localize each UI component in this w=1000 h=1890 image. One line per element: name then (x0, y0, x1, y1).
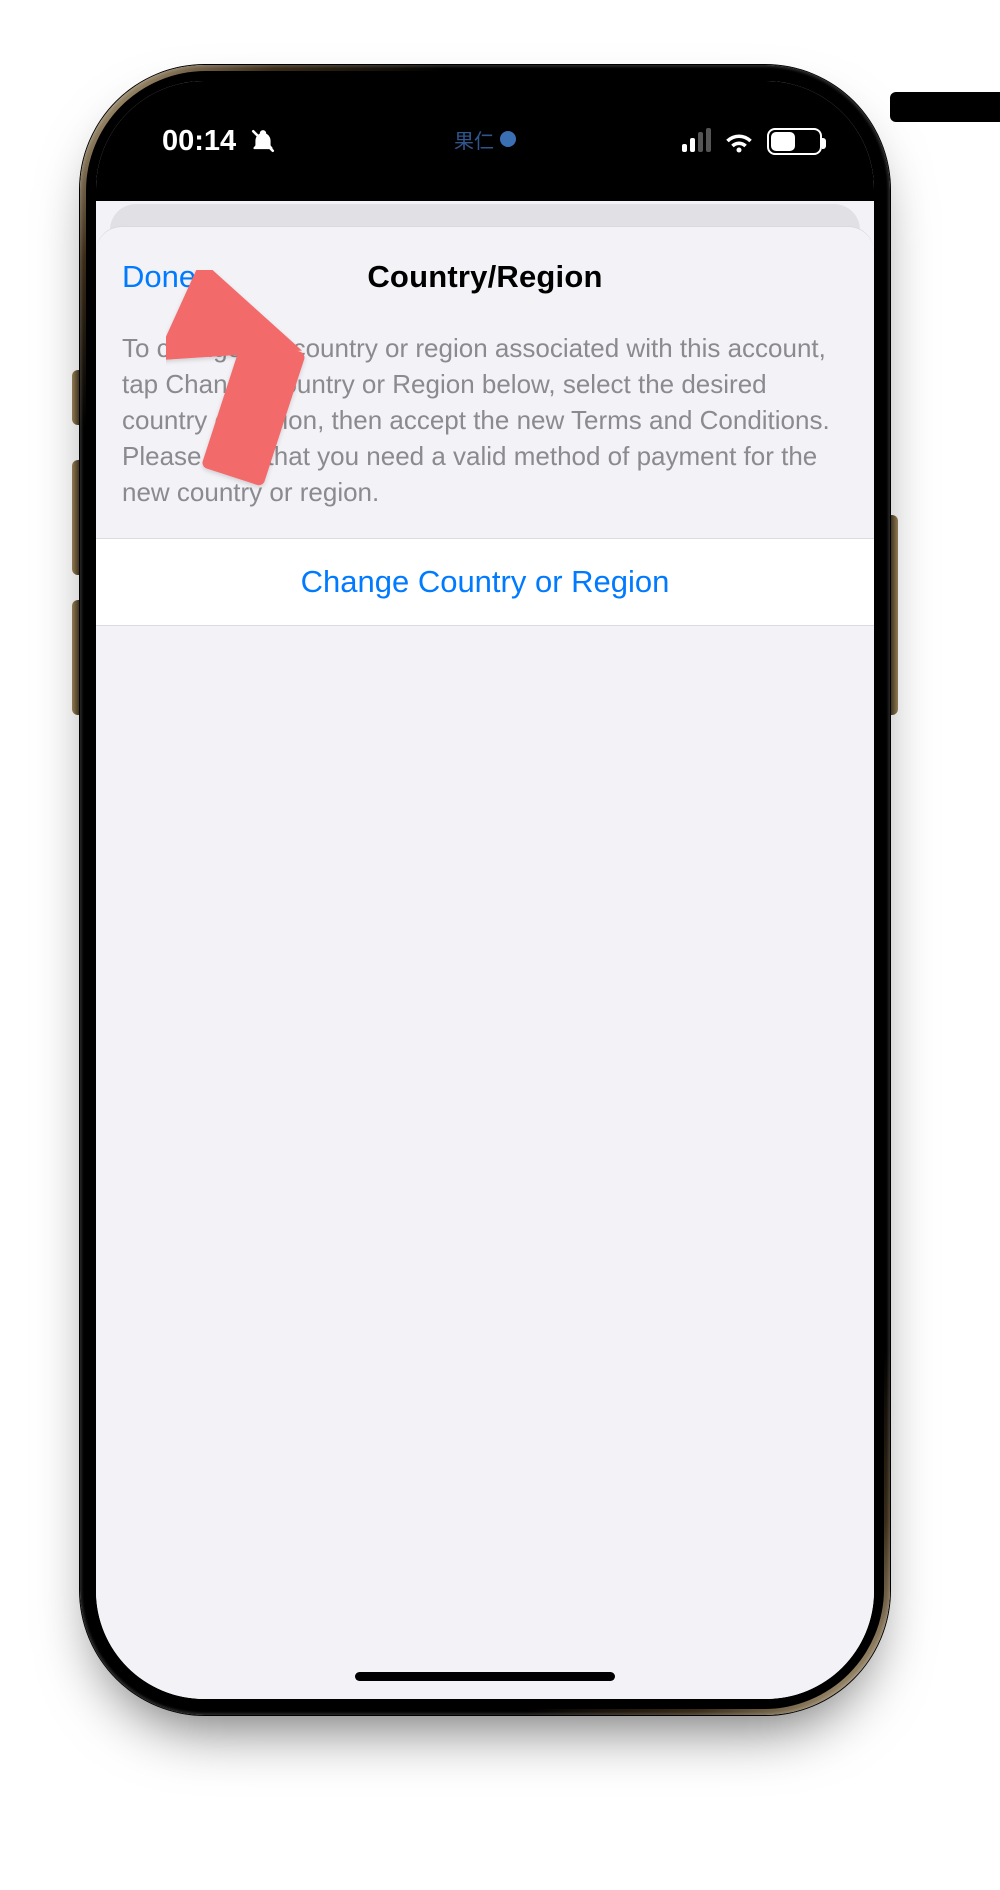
settings-sheet: Done Country/Region To change the countr… (96, 226, 874, 1699)
wifi-icon (724, 130, 754, 152)
done-button-label: Done (122, 259, 196, 295)
dynamic-island-text: 果仁 (454, 125, 494, 154)
change-country-button[interactable]: Change Country or Region (96, 538, 874, 626)
phone-screen: 00:14 48 (96, 81, 874, 1699)
battery-percent: 48 (784, 131, 804, 152)
dynamic-island: 果仁 (370, 106, 600, 172)
silent-mode-icon (250, 128, 276, 154)
description-text: To change the country or region associat… (96, 327, 874, 538)
nav-bar: Done Country/Region (96, 227, 874, 327)
change-country-label: Change Country or Region (301, 564, 670, 600)
done-button[interactable]: Done (122, 227, 196, 327)
dynamic-island-avatar-icon (500, 131, 516, 147)
home-indicator[interactable] (355, 1672, 615, 1681)
page-title: Country/Region (367, 259, 602, 295)
cellular-signal-icon (682, 130, 711, 152)
battery-indicator: 48 (767, 128, 822, 155)
phone-frame: 00:14 48 (80, 65, 890, 1715)
asset-edge-artifact (890, 92, 1000, 122)
status-time: 00:14 (162, 125, 236, 158)
